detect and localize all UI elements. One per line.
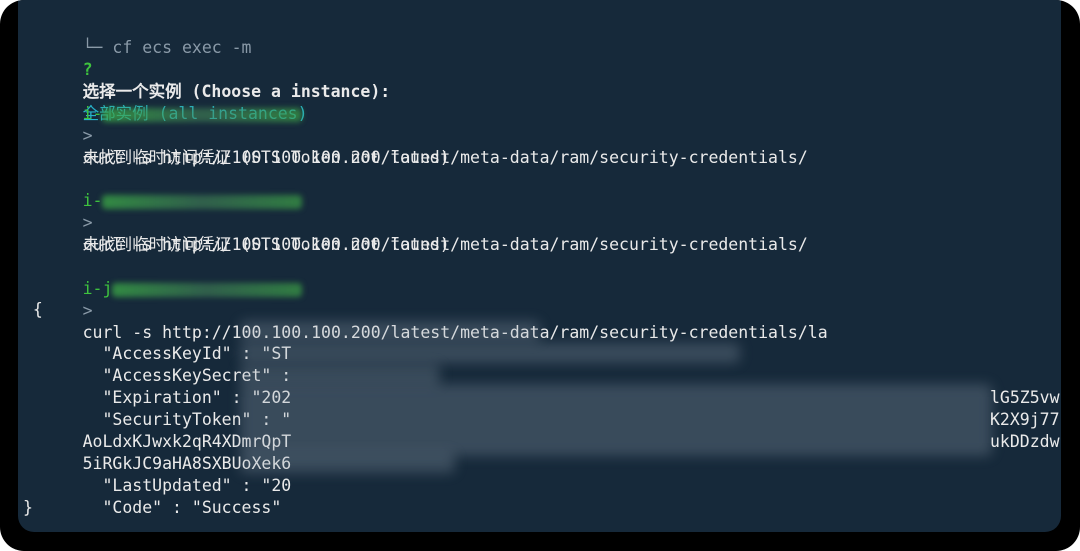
token-tail-3: ukDDzdw	[990, 432, 1060, 451]
json-key-text: "Code" : "Success"	[82, 498, 282, 517]
command-line-2: i- > curl -s http://100.100.100.200/late…	[23, 168, 808, 254]
token-tail-2: K2X9j77	[990, 410, 1060, 429]
redacted-expiration	[240, 365, 440, 385]
prompt-arrow: >	[82, 301, 93, 320]
sts-not-found-message: 未找到临时访问凭证 (STS Token not found)	[82, 148, 450, 167]
command-line-3: i-j > curl -s http://100.100.100.200/lat…	[23, 256, 828, 342]
redacted-instance-id	[112, 282, 303, 297]
instance-prompt-line: ? 选择一个实例 (Choose a instance): 全部实例 (all …	[23, 37, 391, 123]
redacted-instance-id	[102, 107, 303, 122]
redacted-security-token	[240, 384, 992, 456]
terminal-window: └─ cf ecs exec -m ? 选择一个实例 (Choose a ins…	[18, 0, 1061, 532]
json-open-brace: {	[23, 300, 43, 319]
prompt-question-mark: ?	[82, 60, 93, 79]
token-tail-1: lG5Z5vw	[990, 388, 1060, 407]
instance-id-prefix: i-j	[82, 279, 113, 298]
redacted-access-key-id	[240, 321, 540, 341]
command-line-1: i- > curl -s http://100.100.100.200/late…	[23, 81, 808, 167]
top-command-line: └─ cf ecs exec -m	[23, 15, 252, 57]
instance-id-prefix: i-	[82, 104, 103, 123]
output-line-1: 未找到临时访问凭证 (STS Token not found)	[23, 125, 450, 167]
output-line-2: 未找到临时访问凭证 (STS Token not found)	[23, 212, 450, 254]
sts-not-found-message: 未找到临时访问凭证 (STS Token not found)	[82, 235, 450, 254]
redacted-access-key-secret	[240, 343, 740, 363]
json-close-brace: }	[23, 498, 33, 517]
instance-id-prefix: i-	[82, 191, 103, 210]
redacted-instance-id	[102, 194, 303, 209]
redacted-last-updated	[240, 453, 455, 473]
screenshot-frame: └─ cf ecs exec -m ? 选择一个实例 (Choose a ins…	[0, 0, 1080, 551]
json-line-code: "Code" : "Success"	[23, 475, 281, 517]
